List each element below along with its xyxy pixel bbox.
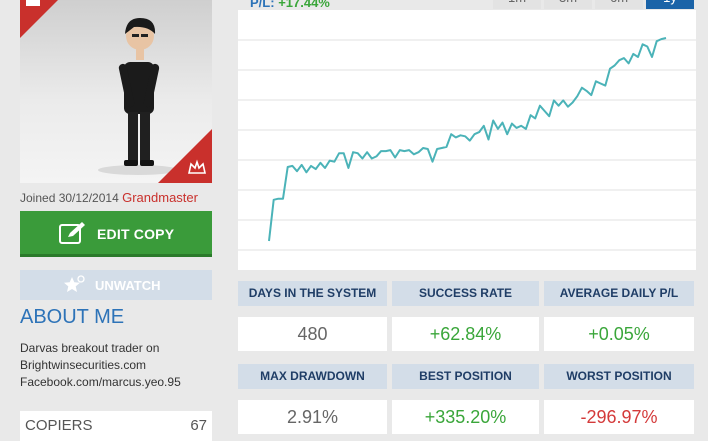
stat-label-success: SUCCESS RATE: [392, 281, 539, 306]
unwatch-button[interactable]: UNWATCH: [20, 270, 212, 300]
stat-label-days: DAYS IN THE SYSTEM: [238, 281, 387, 306]
performance-chart: [238, 10, 696, 270]
edit-icon: [59, 222, 85, 244]
copiers-label: COPIERS: [25, 417, 93, 434]
stat-label-drawdown: MAX DRAWDOWN: [238, 364, 387, 389]
tab-1y[interactable]: 1y: [646, 0, 694, 9]
star-icon: [64, 275, 85, 292]
performance-line: [268, 37, 667, 242]
profile-sidebar: Joined 30/12/2014 Grandmaster EDIT COPY …: [0, 0, 232, 441]
stat-value-worst: -296.97%: [544, 400, 694, 434]
rank-label: Grandmaster: [122, 190, 198, 205]
about-line: Brightwinsecurities.com: [20, 358, 147, 372]
tab-3m[interactable]: 3m: [544, 0, 592, 9]
edit-copy-button[interactable]: EDIT COPY: [20, 211, 212, 257]
joined-info: Joined 30/12/2014 Grandmaster: [20, 190, 198, 205]
stat-value-avg-daily: +0.05%: [544, 317, 694, 351]
tab-1m[interactable]: 1m: [493, 0, 541, 9]
profit-loss: P/L: +17.44%: [250, 0, 330, 10]
joined-date: Joined 30/12/2014: [20, 191, 119, 205]
stat-value-drawdown: 2.91%: [238, 400, 387, 434]
about-line: Facebook.com/marcus.yeo.95: [20, 375, 181, 389]
edit-copy-label: EDIT COPY: [97, 226, 175, 242]
chart-svg: [238, 37, 696, 251]
stat-value-best: +335.20%: [392, 400, 539, 434]
about-line: Darvas breakout trader on: [20, 341, 160, 355]
profile-photo: [20, 0, 212, 183]
stat-label-avg-daily: AVERAGE DAILY P/L: [544, 281, 694, 306]
tab-6m[interactable]: 6m: [595, 0, 643, 9]
crown-icon: [188, 159, 206, 174]
stat-label-best: BEST POSITION: [392, 364, 539, 389]
stat-value-success: +62.84%: [392, 317, 539, 351]
copiers-count: 67: [190, 417, 207, 434]
about-me-heading: ABOUT ME: [20, 306, 125, 328]
about-me-text: Darvas breakout trader on Brightwinsecur…: [20, 340, 220, 391]
pl-value: +17.44%: [278, 0, 330, 10]
unwatch-label: UNWATCH: [95, 278, 161, 293]
stat-value-days: 480: [238, 317, 387, 351]
stat-label-worst: WORST POSITION: [544, 364, 694, 389]
pl-label: P/L:: [250, 0, 275, 10]
copiers-box: COPIERS 67: [20, 411, 212, 441]
